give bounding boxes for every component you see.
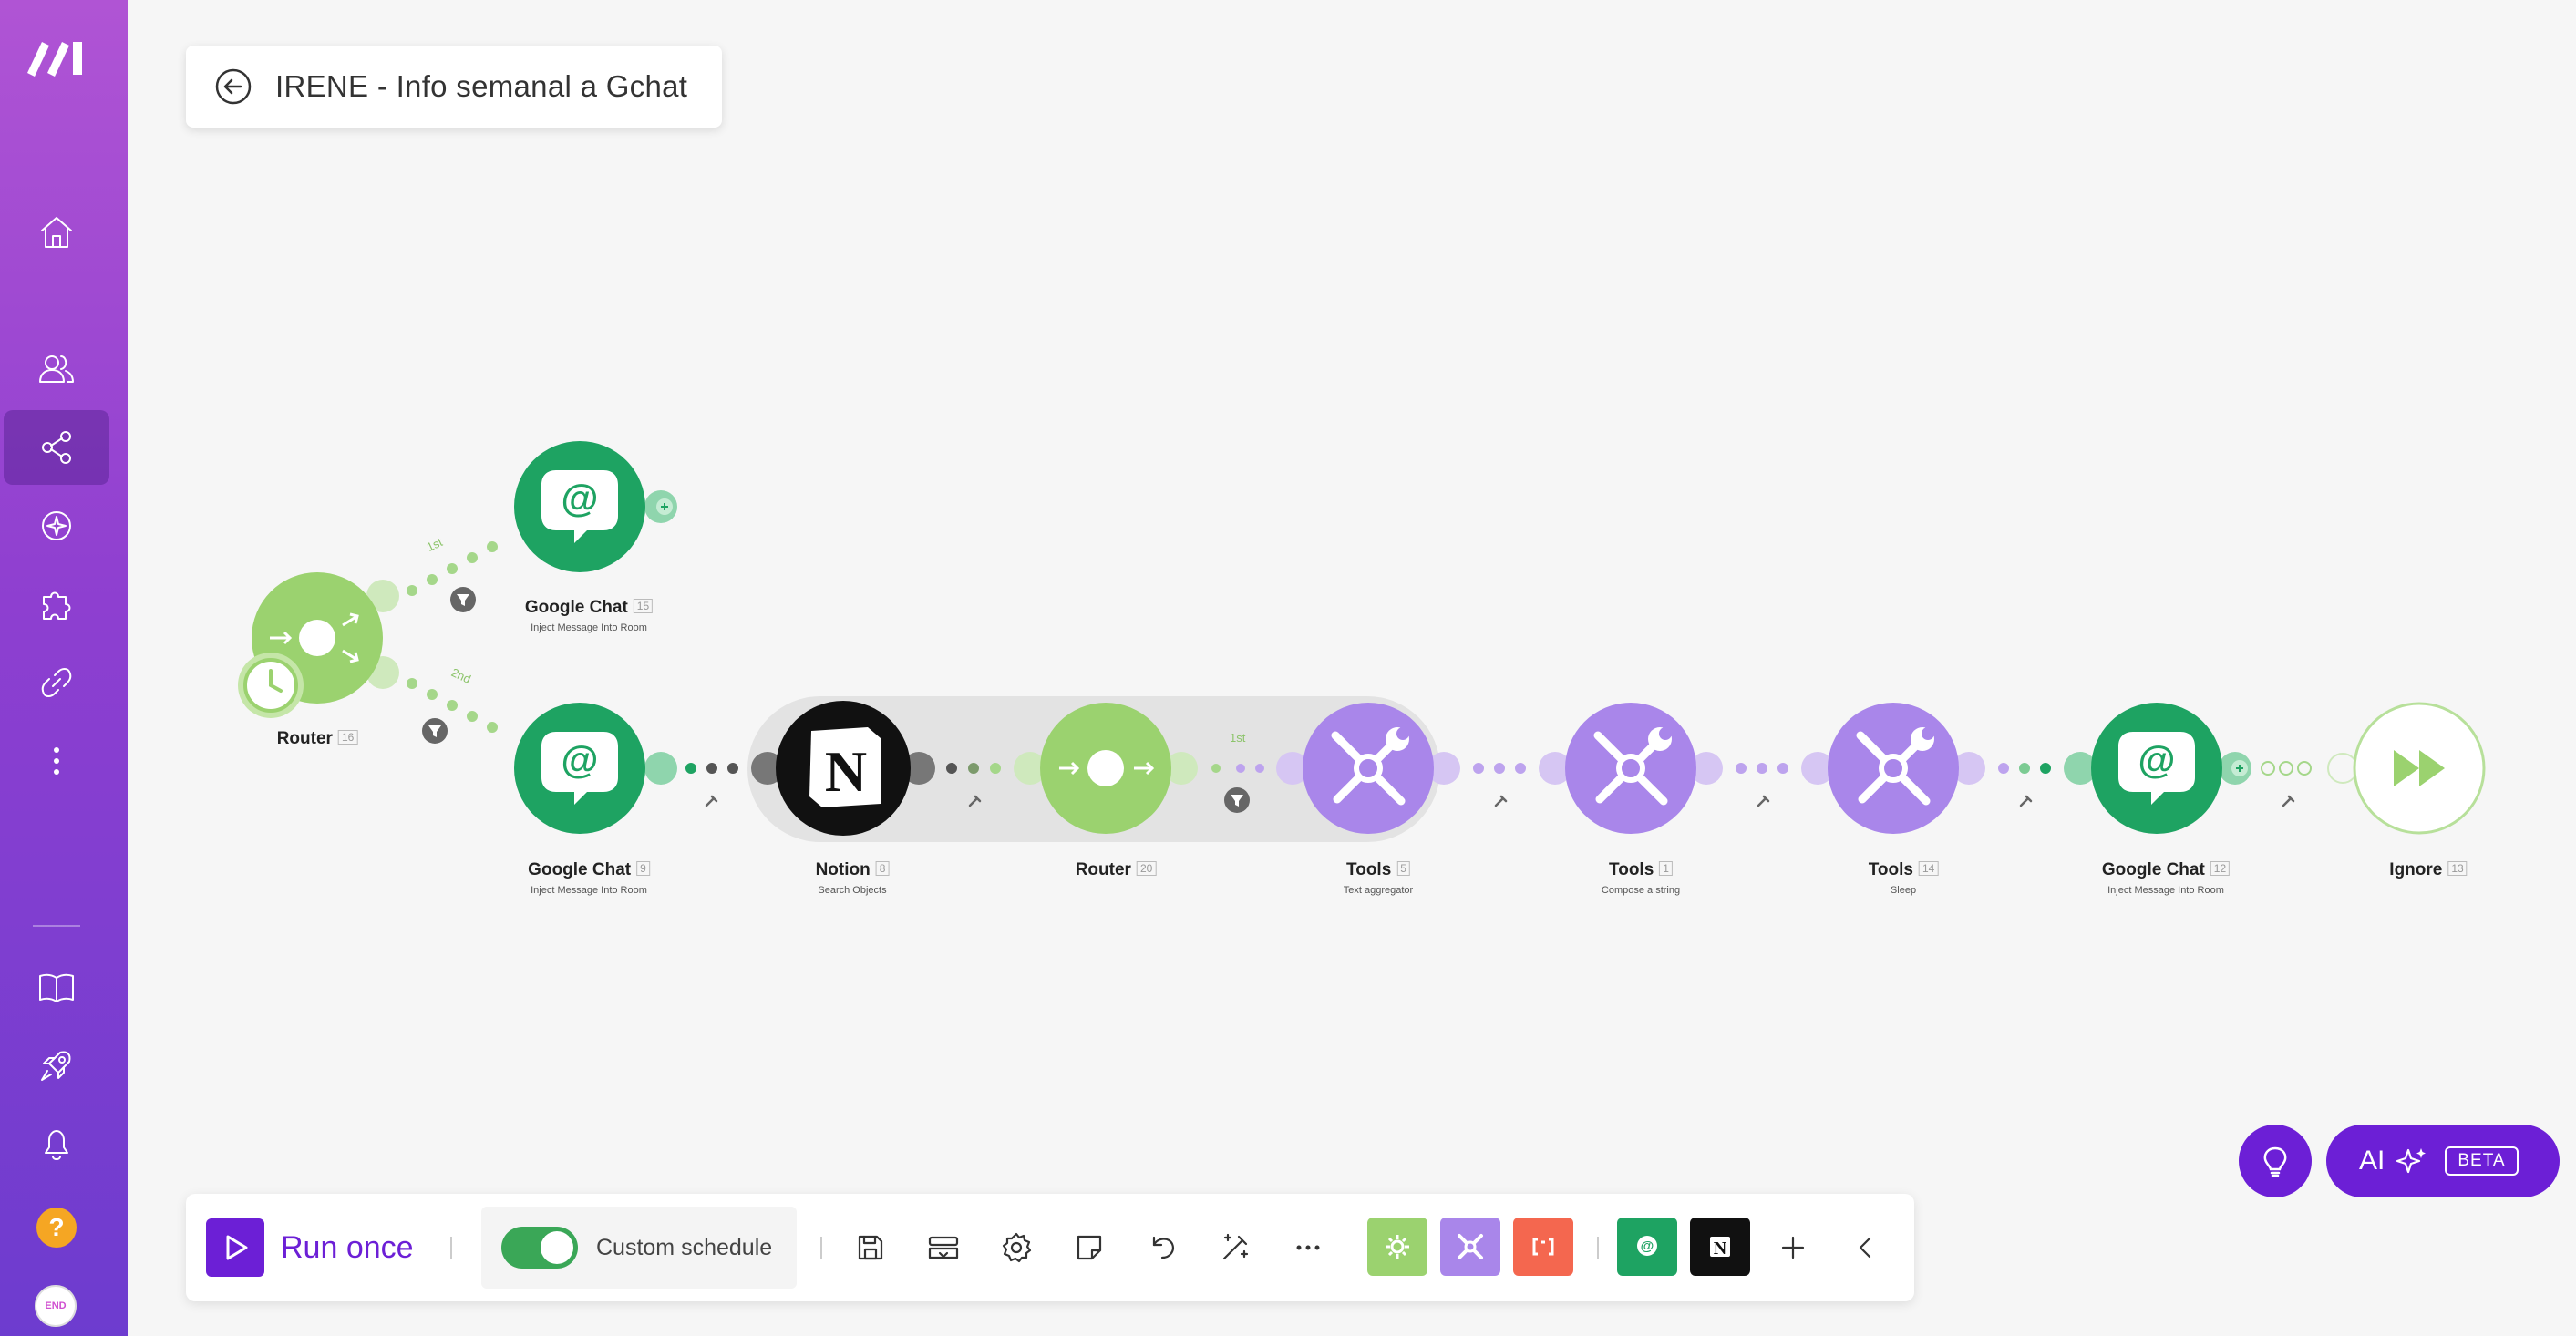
settings-button[interactable]	[995, 1227, 1037, 1269]
module-router-20[interactable]	[1040, 703, 1171, 834]
svg-text:N: N	[1714, 1238, 1727, 1259]
toolbar-divider	[1597, 1237, 1599, 1259]
wrench-jaw	[1396, 727, 1409, 740]
svg-text:@: @	[562, 738, 599, 781]
notion-chip[interactable]: N	[1690, 1218, 1750, 1276]
node-label-tools-5: Tools 5 Text aggregator	[1343, 860, 1414, 896]
connector-notion-router20[interactable]	[946, 763, 1001, 774]
beta-badge: BETA	[2445, 1146, 2519, 1176]
connector-router16-gchat15[interactable]	[407, 541, 498, 596]
run-once-label: Run once	[281, 1229, 414, 1265]
node-label-router-20: Router 20	[1076, 860, 1157, 880]
sparkle-icon	[2396, 1148, 2427, 1174]
route-tag-router20-1st: 1st	[1230, 731, 1246, 745]
auto-align-button[interactable]	[1214, 1227, 1256, 1269]
connector-gchat9-notion[interactable]	[685, 763, 738, 774]
more-button[interactable]	[1287, 1227, 1329, 1269]
undo-button[interactable]	[1141, 1227, 1183, 1269]
module-router-16[interactable]	[238, 572, 383, 718]
scenario-canvas: @ @ N @	[238, 441, 2486, 842]
node-label-gchat-15: Google Chat 15 Inject Message Into Room	[525, 598, 654, 633]
ai-assistant-button[interactable]: AI BETA	[2326, 1125, 2560, 1197]
chevron-left-icon	[1859, 1237, 1871, 1259]
tools-hub	[1879, 754, 1908, 783]
tips-button[interactable]	[2239, 1125, 2312, 1197]
brackets-icon	[1532, 1238, 1554, 1256]
lightbulb-icon	[2263, 1146, 2287, 1177]
toolbar-divider	[450, 1237, 452, 1259]
wrench-jaw	[1659, 727, 1672, 740]
tools-icon	[1458, 1234, 1483, 1259]
node-label-gchat-12: Google Chat 12 Inject Message Into Room	[2102, 860, 2231, 896]
schedule-label: Custom schedule	[596, 1234, 773, 1260]
module-google-chat-9[interactable]: @	[514, 703, 645, 834]
filter-icon-route2[interactable]	[422, 718, 448, 744]
auto-align-icon	[1222, 1233, 1249, 1260]
node-label-gchat-9: Google Chat 9 Inject Message Into Room	[528, 860, 650, 896]
gear-icon	[1386, 1235, 1409, 1259]
schedule-clock-icon[interactable]	[238, 653, 304, 718]
toolbar-divider	[820, 1237, 822, 1259]
undo-icon	[1152, 1236, 1174, 1259]
ai-label: AI	[2359, 1146, 2385, 1176]
save-icon	[858, 1235, 883, 1260]
bottom-toolbar: Run once Custom schedule @ N	[186, 1194, 1914, 1301]
notes-icon	[1077, 1235, 1102, 1260]
run-once-button[interactable]: Run once	[206, 1218, 414, 1278]
module-tools-5[interactable]	[1303, 703, 1434, 834]
connector-tools5-tools1[interactable]	[1473, 763, 1526, 774]
more-icon	[1296, 1245, 1320, 1250]
filter-icon-router20[interactable]	[1224, 787, 1250, 813]
tools-hub	[1616, 754, 1645, 783]
schedule-control[interactable]: Custom schedule	[481, 1207, 797, 1289]
svg-text:@: @	[562, 477, 599, 519]
tools-chip[interactable]	[1440, 1218, 1500, 1276]
plus-icon	[1781, 1236, 1805, 1259]
connector-gchat12-ignore[interactable]	[2261, 761, 2312, 776]
node-label-router-16: Router 16	[277, 729, 358, 749]
explain-flow-icon	[928, 1236, 959, 1259]
filter-icon-route1[interactable]	[450, 587, 476, 612]
settings-icon	[1002, 1232, 1032, 1263]
connector-tools14-gchat12[interactable]	[1998, 763, 2051, 774]
connector-router16-gchat9[interactable]	[407, 678, 498, 733]
save-button[interactable]	[850, 1227, 891, 1269]
node-label-tools-14: Tools 14 Sleep	[1869, 860, 1939, 896]
google-chat-chip[interactable]: @	[1617, 1218, 1677, 1276]
collapse-toolbar-button[interactable]	[1845, 1227, 1887, 1269]
svg-text:@: @	[1641, 1238, 1654, 1254]
module-tools-1[interactable]	[1565, 703, 1696, 834]
wrench-jaw	[1922, 727, 1934, 740]
tools-hub	[1354, 754, 1383, 783]
node-label-notion-8: Notion 8 Search Objects	[816, 860, 890, 896]
add-module-button[interactable]	[1772, 1227, 1814, 1269]
connector-tools1-tools14[interactable]	[1736, 763, 1788, 774]
module-ignore-13[interactable]	[2353, 702, 2486, 835]
text-parser-chip[interactable]	[1513, 1218, 1573, 1276]
svg-text:N: N	[825, 739, 867, 804]
explain-flow-button[interactable]	[922, 1227, 964, 1269]
play-icon	[206, 1218, 264, 1277]
module-notion-8[interactable]: N	[776, 701, 911, 836]
schedule-toggle[interactable]	[501, 1227, 578, 1269]
notes-button[interactable]	[1068, 1227, 1110, 1269]
notion-icon: N	[1710, 1237, 1730, 1259]
svg-text:@: @	[2138, 738, 2176, 781]
module-tools-14[interactable]	[1828, 703, 1959, 834]
flow-control-chip[interactable]	[1367, 1218, 1427, 1276]
google-chat-icon: @	[1637, 1236, 1657, 1256]
node-label-ignore-13: Ignore 13	[2389, 860, 2468, 880]
node-label-tools-1: Tools 1 Compose a string	[1601, 860, 1681, 896]
